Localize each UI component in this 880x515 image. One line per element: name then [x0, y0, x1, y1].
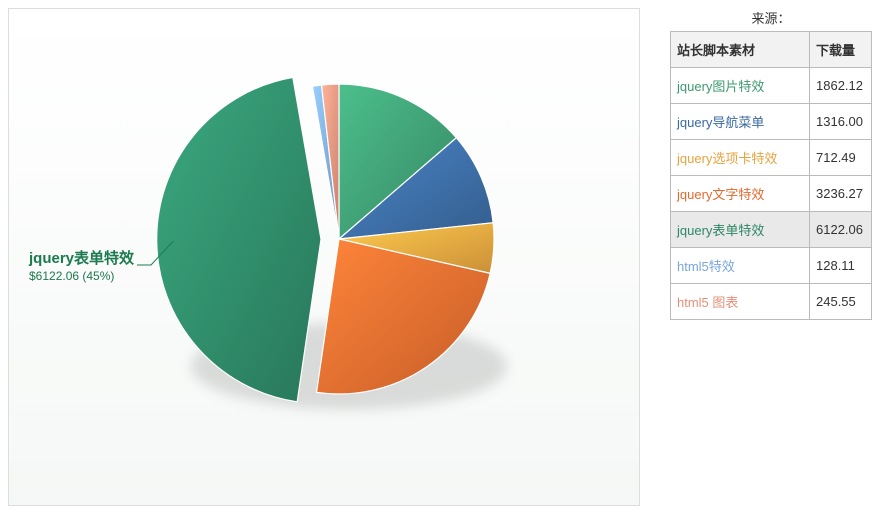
- callout-value: $6122.06 (45%): [29, 269, 134, 285]
- data-table: 站长脚本素材 下载量 jquery图片特效1862.12jquery导航菜单13…: [670, 31, 872, 320]
- table-row[interactable]: html5 图表245.55: [671, 284, 872, 320]
- pie-slice[interactable]: [321, 84, 339, 239]
- row-name: jquery图片特效: [671, 68, 810, 104]
- row-name: jquery文字特效: [671, 176, 810, 212]
- header-name: 站长脚本素材: [671, 32, 810, 68]
- table-row[interactable]: jquery图片特效1862.12: [671, 68, 872, 104]
- row-name: jquery导航菜单: [671, 104, 810, 140]
- row-value: 128.11: [810, 248, 872, 284]
- row-value: 245.55: [810, 284, 872, 320]
- row-name: jquery选项卡特效: [671, 140, 810, 176]
- row-name: html5特效: [671, 248, 810, 284]
- header-value: 下载量: [810, 32, 872, 68]
- data-table-panel: 来源： 站长脚本素材 下载量 jquery图片特效1862.12jquery导航…: [670, 8, 872, 320]
- table-row[interactable]: jquery选项卡特效712.49: [671, 140, 872, 176]
- row-value: 1316.00: [810, 104, 872, 140]
- callout-name: jquery表单特效: [29, 249, 134, 269]
- table-header-row: 站长脚本素材 下载量: [671, 32, 872, 68]
- row-value: 3236.27: [810, 176, 872, 212]
- row-value: 712.49: [810, 140, 872, 176]
- table-body: jquery图片特效1862.12jquery导航菜单1316.00jquery…: [671, 68, 872, 320]
- pie-callout: jquery表单特效 $6122.06 (45%): [29, 249, 134, 284]
- row-value: 1862.12: [810, 68, 872, 104]
- row-name: jquery表单特效: [671, 212, 810, 248]
- pie-slice[interactable]: [157, 77, 321, 401]
- table-row[interactable]: jquery文字特效3236.27: [671, 176, 872, 212]
- row-value: 6122.06: [810, 212, 872, 248]
- table-row[interactable]: html5特效128.11: [671, 248, 872, 284]
- table-title: 来源：: [670, 8, 872, 31]
- row-name: html5 图表: [671, 284, 810, 320]
- table-row[interactable]: jquery表单特效6122.06: [671, 212, 872, 248]
- table-row[interactable]: jquery导航菜单1316.00: [671, 104, 872, 140]
- pie-chart-panel: jquery表单特效 $6122.06 (45%): [8, 8, 640, 506]
